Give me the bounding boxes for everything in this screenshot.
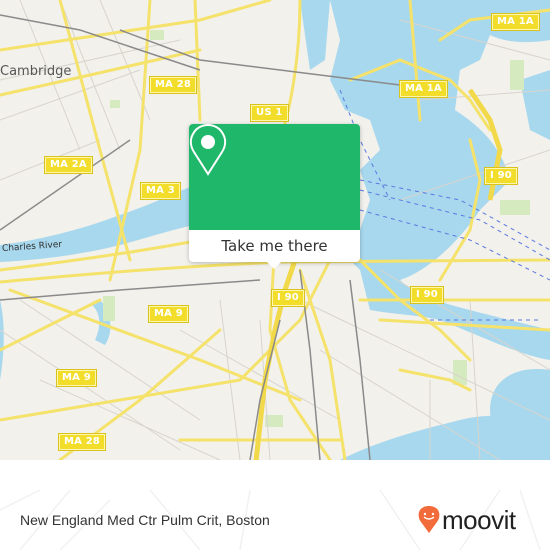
- popup-header: [189, 124, 360, 230]
- route-shield-i90: I 90: [410, 286, 444, 304]
- map[interactable]: Cambridge Charles River MA 28 MA 1A MA 1…: [0, 0, 550, 460]
- location-popup: Take me there: [189, 124, 360, 269]
- route-shield-ma2a: MA 2A: [44, 156, 93, 174]
- place-label-cambridge: Cambridge: [0, 64, 72, 79]
- route-shield-ma3: MA 3: [140, 182, 181, 200]
- moovit-logo[interactable]: moovit: [418, 502, 516, 538]
- route-shield-ma28: MA 28: [57, 433, 107, 451]
- route-shield-i90: I 90: [484, 167, 518, 185]
- popup-pointer: [266, 261, 282, 269]
- route-shield-i90: I 90: [271, 289, 305, 307]
- route-shield-ma1a: MA 1A: [399, 80, 448, 98]
- route-shield-us1: US 1: [250, 104, 289, 122]
- route-shield-ma1a: MA 1A: [491, 13, 540, 31]
- take-me-there-button[interactable]: Take me there: [189, 230, 360, 262]
- route-shield-ma9: MA 9: [148, 305, 189, 323]
- map-pin-icon: [189, 124, 227, 176]
- brand-name: moovit: [442, 504, 516, 535]
- footer: New England Med Ctr Pulm Crit, Boston mo…: [0, 490, 550, 550]
- route-shield-ma9: MA 9: [56, 369, 97, 387]
- place-title: New England Med Ctr Pulm Crit, Boston: [20, 512, 270, 528]
- moovit-pin-smile-icon: [418, 506, 440, 533]
- route-shield-ma28: MA 28: [148, 76, 198, 94]
